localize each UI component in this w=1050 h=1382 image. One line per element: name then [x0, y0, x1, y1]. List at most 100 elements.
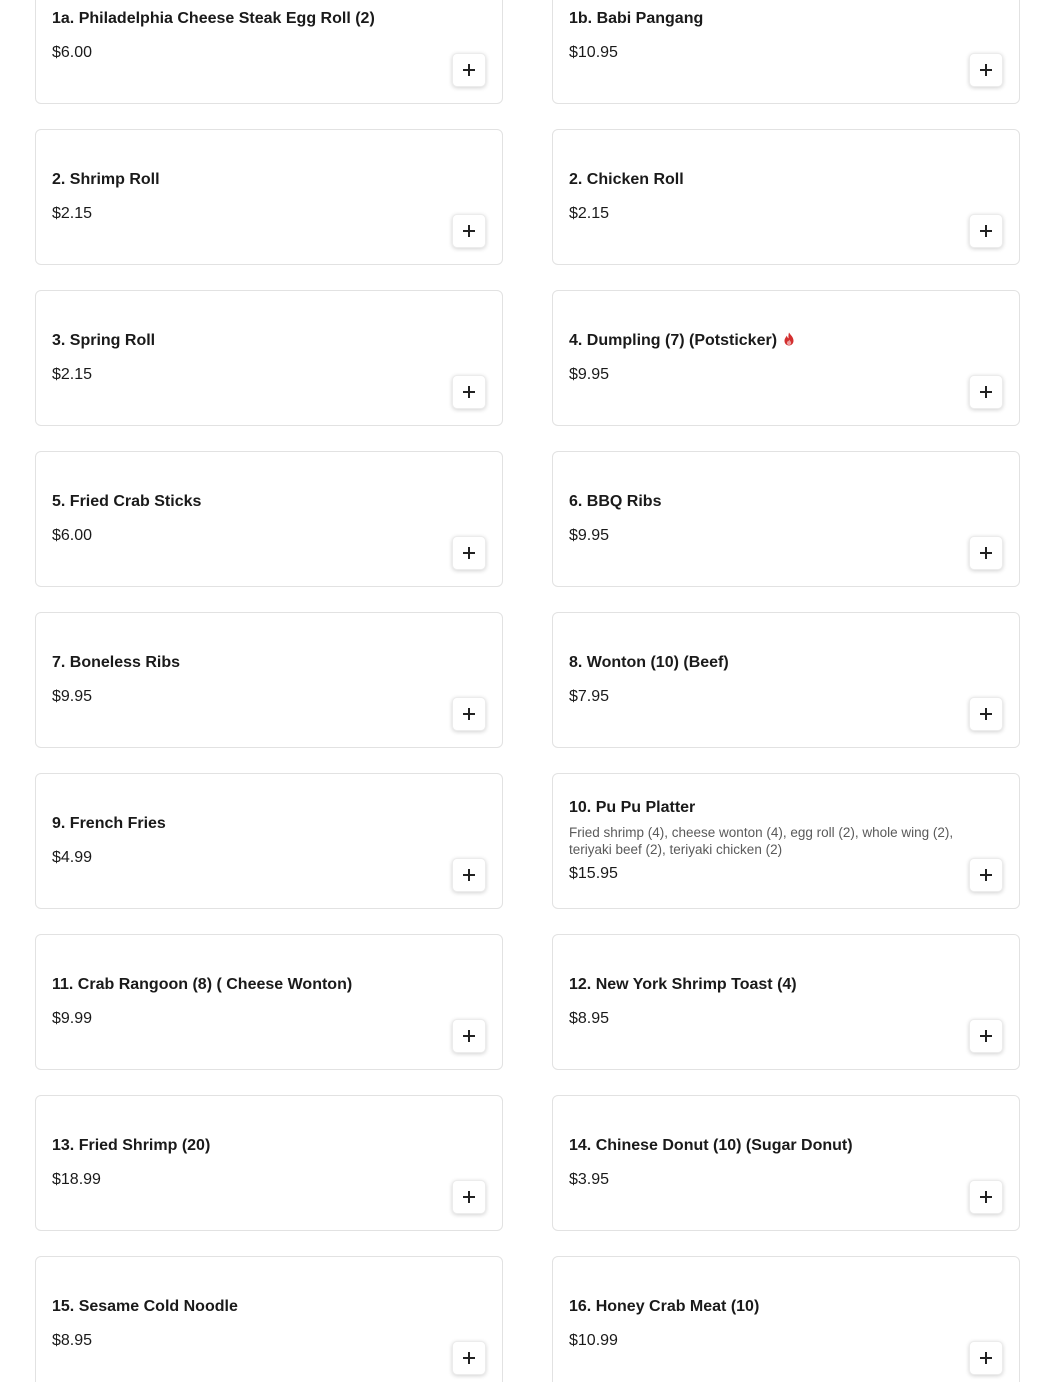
- menu-item-price: $9.95: [569, 366, 610, 383]
- menu-item-name: 3. Spring Roll: [52, 331, 432, 351]
- add-to-cart-button[interactable]: [452, 214, 486, 248]
- menu-item-card[interactable]: 2. Chicken Roll $2.15: [552, 129, 1020, 265]
- menu-item-card[interactable]: 1a. Philadelphia Cheese Steak Egg Roll (…: [35, 0, 503, 104]
- menu-item-name: 16. Honey Crab Meat (10): [569, 1297, 949, 1317]
- menu-item-content: 1a. Philadelphia Cheese Steak Egg Roll (…: [52, 0, 432, 103]
- menu-item-name-text: 7. Boneless Ribs: [52, 654, 181, 671]
- menu-item-price: $9.99: [52, 1010, 93, 1027]
- plus-icon: [980, 64, 992, 76]
- add-to-cart-button[interactable]: [452, 536, 486, 570]
- menu-item-card[interactable]: 6. BBQ Ribs $9.95: [552, 451, 1020, 587]
- menu-item-price: $4.99: [52, 849, 93, 866]
- menu-item-description: Fried shrimp (4), cheese wonton (4), egg…: [569, 825, 954, 857]
- menu-item-name: 8. Wonton (10) (Beef): [569, 653, 949, 673]
- menu-item-name-text: 14. Chinese Donut (10) (Sugar Donut): [569, 1137, 853, 1154]
- menu-item-name-text: 4. Dumpling (7) (Potsticker): [569, 332, 778, 349]
- add-to-cart-button[interactable]: [969, 697, 1003, 731]
- menu-item-content: 12. New York Shrimp Toast (4) $8.95: [569, 935, 949, 1069]
- menu-item-card[interactable]: 4. Dumpling (7) (Potsticker) $9.95: [552, 290, 1020, 426]
- menu-item-card[interactable]: 7. Boneless Ribs $9.95: [35, 612, 503, 748]
- menu-item-name: 5. Fried Crab Sticks: [52, 492, 432, 512]
- menu-item-card[interactable]: 3. Spring Roll $2.15: [35, 290, 503, 426]
- menu-item-content: 6. BBQ Ribs $9.95: [569, 452, 949, 586]
- menu-item-name: 13. Fried Shrimp (20): [52, 1136, 432, 1156]
- menu-item-name-text: 12. New York Shrimp Toast (4): [569, 976, 797, 993]
- menu-item-name-text: 10. Pu Pu Platter: [569, 799, 696, 816]
- menu-item-content: 10. Pu Pu Platter Fried shrimp (4), chees…: [569, 774, 953, 908]
- menu-item-name: 10. Pu Pu Platter: [569, 798, 949, 818]
- add-to-cart-button[interactable]: [969, 1341, 1003, 1375]
- menu-item-name-text: 6. BBQ Ribs: [569, 493, 662, 510]
- menu-item-content: 9. French Fries $4.99: [52, 774, 432, 908]
- add-to-cart-button[interactable]: [452, 697, 486, 731]
- menu-item-content: 3. Spring Roll $2.15: [52, 291, 432, 425]
- menu-item-content: 2. Shrimp Roll $2.15: [52, 130, 432, 264]
- plus-icon: [463, 64, 475, 76]
- menu-item-name-text: 2. Shrimp Roll: [52, 171, 160, 188]
- menu-item-price: $6.00: [52, 527, 93, 544]
- menu-item-content: 4. Dumpling (7) (Potsticker) $9.95: [569, 291, 949, 425]
- menu-item-price: $3.95: [569, 1171, 610, 1188]
- menu-item-content: 7. Boneless Ribs $9.95: [52, 613, 432, 747]
- menu-item-content: 13. Fried Shrimp (20) $18.99: [52, 1096, 432, 1230]
- menu-item-name: 4. Dumpling (7) (Potsticker): [569, 331, 949, 351]
- menu-item-card[interactable]: 8. Wonton (10) (Beef) $7.95: [552, 612, 1020, 748]
- add-to-cart-button[interactable]: [452, 53, 486, 87]
- menu-item-name-text: 9. French Fries: [52, 815, 166, 832]
- menu-item-card[interactable]: 15. Sesame Cold Noodle $8.95: [35, 1256, 503, 1382]
- plus-icon: [980, 1352, 992, 1364]
- add-to-cart-button[interactable]: [969, 1019, 1003, 1053]
- menu-item-card[interactable]: 13. Fried Shrimp (20) $18.99: [35, 1095, 503, 1231]
- menu-item-price: $2.15: [569, 205, 610, 222]
- menu-item-name: 6. BBQ Ribs: [569, 492, 949, 512]
- menu-item-price: $18.99: [52, 1171, 101, 1188]
- plus-icon: [463, 1030, 475, 1042]
- menu-item-name-text: 15. Sesame Cold Noodle: [52, 1298, 238, 1315]
- menu-item-name: 12. New York Shrimp Toast (4): [569, 975, 949, 995]
- menu-items-grid: 1a. Philadelphia Cheese Steak Egg Roll (…: [0, 0, 1050, 1382]
- plus-icon: [463, 547, 475, 559]
- menu-item-name: 9. French Fries: [52, 814, 432, 834]
- menu-item-card[interactable]: 2. Shrimp Roll $2.15: [35, 129, 503, 265]
- menu-item-name-text: 13. Fried Shrimp (20): [52, 1137, 211, 1154]
- add-to-cart-button[interactable]: [969, 536, 1003, 570]
- plus-icon: [463, 1191, 475, 1203]
- add-to-cart-button[interactable]: [452, 375, 486, 409]
- add-to-cart-button[interactable]: [969, 858, 1003, 892]
- menu-item-card[interactable]: 10. Pu Pu Platter Fried shrimp (4), chees…: [552, 773, 1020, 909]
- menu-item-content: 2. Chicken Roll $2.15: [569, 130, 949, 264]
- menu-item-card[interactable]: 16. Honey Crab Meat (10) $10.99: [552, 1256, 1020, 1382]
- menu-item-price: $8.95: [52, 1332, 93, 1349]
- add-to-cart-button[interactable]: [969, 1180, 1003, 1214]
- menu-item-price: $10.95: [569, 44, 618, 61]
- add-to-cart-button[interactable]: [969, 53, 1003, 87]
- flame-icon: [784, 332, 794, 346]
- menu-item-price: $2.15: [52, 205, 93, 222]
- menu-item-name: 15. Sesame Cold Noodle: [52, 1297, 432, 1317]
- menu-item-card[interactable]: 1b. Babi Pangang $10.95: [552, 0, 1020, 104]
- menu-item-name: 14. Chinese Donut (10) (Sugar Donut): [569, 1136, 949, 1156]
- add-to-cart-button[interactable]: [969, 214, 1003, 248]
- plus-icon: [463, 386, 475, 398]
- add-to-cart-button[interactable]: [969, 375, 1003, 409]
- add-to-cart-button[interactable]: [452, 1180, 486, 1214]
- menu-item-card[interactable]: 12. New York Shrimp Toast (4) $8.95: [552, 934, 1020, 1070]
- plus-icon: [463, 869, 475, 881]
- plus-icon: [980, 547, 992, 559]
- menu-item-name: 1b. Babi Pangang: [569, 9, 949, 29]
- menu-item-content: 16. Honey Crab Meat (10) $10.99: [569, 1257, 949, 1382]
- menu-item-card[interactable]: 5. Fried Crab Sticks $6.00: [35, 451, 503, 587]
- add-to-cart-button[interactable]: [452, 858, 486, 892]
- plus-icon: [463, 225, 475, 237]
- menu-item-card[interactable]: 11. Crab Rangoon (8) ( Cheese Wonton) $9.…: [35, 934, 503, 1070]
- add-to-cart-button[interactable]: [452, 1019, 486, 1053]
- menu-item-name-text: 5. Fried Crab Sticks: [52, 493, 202, 510]
- menu-item-name-text: 1a. Philadelphia Cheese Steak Egg Roll (…: [52, 10, 375, 27]
- add-to-cart-button[interactable]: [452, 1341, 486, 1375]
- menu-item-name-text: 8. Wonton (10) (Beef): [569, 654, 729, 671]
- menu-item-card[interactable]: 14. Chinese Donut (10) (Sugar Donut) $3.9…: [552, 1095, 1020, 1231]
- menu-item-name: 11. Crab Rangoon (8) ( Cheese Wonton): [52, 975, 432, 995]
- plus-icon: [980, 708, 992, 720]
- menu-item-card[interactable]: 9. French Fries $4.99: [35, 773, 503, 909]
- menu-item-name-text: 16. Honey Crab Meat (10): [569, 1298, 760, 1315]
